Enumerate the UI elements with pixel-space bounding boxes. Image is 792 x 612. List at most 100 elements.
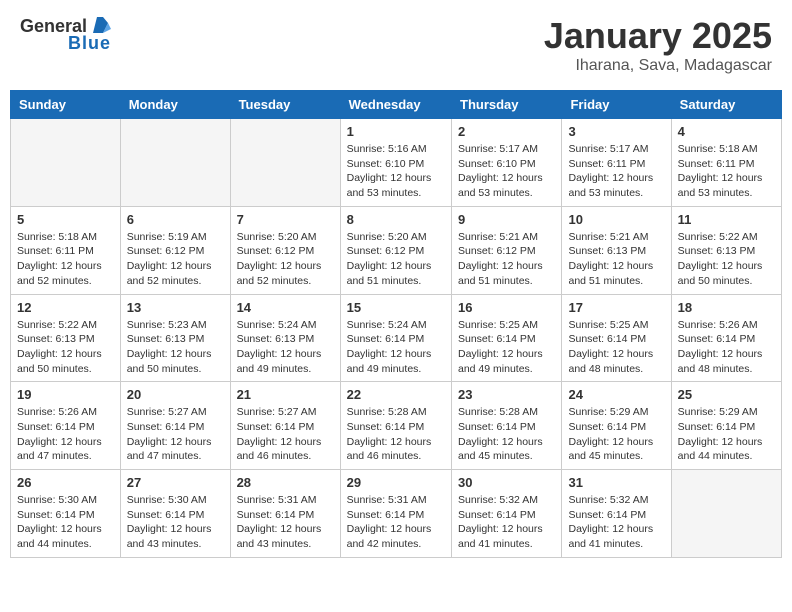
day-info: Sunrise: 5:21 AMSunset: 6:13 PMDaylight:… — [568, 230, 664, 289]
calendar-day-cell: 21Sunrise: 5:27 AMSunset: 6:14 PMDayligh… — [230, 382, 340, 470]
day-info: Sunrise: 5:25 AMSunset: 6:14 PMDaylight:… — [568, 318, 664, 377]
day-info: Sunrise: 5:20 AMSunset: 6:12 PMDaylight:… — [237, 230, 334, 289]
day-number: 13 — [127, 300, 224, 315]
calendar-day-cell: 26 Sunrise: 5:30 AMSunset: 6:14 PMDayligh… — [11, 470, 121, 558]
day-info: Sunrise: 5:21 AMSunset: 6:12 PMDaylight:… — [458, 230, 555, 289]
day-info: Sunrise: 5:29 AMSunset: 6:14 PMDaylight:… — [568, 405, 664, 464]
day-info: Sunrise: 5:28 AMSunset: 6:14 PMDaylight:… — [458, 405, 555, 464]
calendar-day-cell: 31 Sunrise: 5:32 AMSunset: 6:14 PMDayligh… — [562, 470, 671, 558]
day-info: Sunrise: 5:30 AMSunset: 6:14 PMDaylight:… — [17, 493, 114, 552]
weekday-header: Monday — [120, 91, 230, 119]
day-info: Sunrise: 5:17 AMSunset: 6:10 PMDaylight:… — [458, 142, 555, 201]
calendar-day-cell — [230, 119, 340, 207]
weekday-header: Wednesday — [340, 91, 451, 119]
day-number: 2 — [458, 124, 555, 139]
day-number: 25 — [678, 387, 775, 402]
day-info: Sunrise: 5:19 AMSunset: 6:12 PMDaylight:… — [127, 230, 224, 289]
calendar-day-cell: 28 Sunrise: 5:31 AMSunset: 6:14 PMDayligh… — [230, 470, 340, 558]
calendar-day-cell: 5Sunrise: 5:18 AMSunset: 6:11 PMDaylight… — [11, 206, 121, 294]
calendar-day-cell: 3 Sunrise: 5:17 AMSunset: 6:11 PMDaylight… — [562, 119, 671, 207]
calendar-day-cell: 10Sunrise: 5:21 AMSunset: 6:13 PMDayligh… — [562, 206, 671, 294]
logo: General Blue — [20, 15, 111, 54]
calendar-day-cell: 30 Sunrise: 5:32 AMSunset: 6:14 PMDayligh… — [452, 470, 562, 558]
day-number: 31 — [568, 475, 664, 490]
calendar-day-cell: 25Sunrise: 5:29 AMSunset: 6:14 PMDayligh… — [671, 382, 781, 470]
calendar-day-cell: 19 Sunrise: 5:26 AMSunset: 6:14 PMDayligh… — [11, 382, 121, 470]
day-number: 30 — [458, 475, 555, 490]
day-number: 22 — [347, 387, 445, 402]
day-number: 24 — [568, 387, 664, 402]
calendar-day-cell: 14Sunrise: 5:24 AMSunset: 6:13 PMDayligh… — [230, 294, 340, 382]
day-number: 1 — [347, 124, 445, 139]
logo-blue: Blue — [68, 33, 111, 54]
calendar-day-cell: 1 Sunrise: 5:16 AMSunset: 6:10 PMDaylight… — [340, 119, 451, 207]
day-info: Sunrise: 5:17 AMSunset: 6:11 PMDaylight:… — [568, 142, 664, 201]
calendar-day-cell: 20 Sunrise: 5:27 AMSunset: 6:14 PMDayligh… — [120, 382, 230, 470]
day-number: 3 — [568, 124, 664, 139]
day-info: Sunrise: 5:24 AMSunset: 6:14 PMDaylight:… — [347, 318, 445, 377]
calendar-day-cell: 8 Sunrise: 5:20 AMSunset: 6:12 PMDaylight… — [340, 206, 451, 294]
weekday-header: Tuesday — [230, 91, 340, 119]
day-info: Sunrise: 5:32 AMSunset: 6:14 PMDaylight:… — [458, 493, 555, 552]
day-number: 9 — [458, 212, 555, 227]
day-number: 8 — [347, 212, 445, 227]
day-number: 17 — [568, 300, 664, 315]
day-info: Sunrise: 5:26 AMSunset: 6:14 PMDaylight:… — [17, 405, 114, 464]
day-info: Sunrise: 5:20 AMSunset: 6:12 PMDaylight:… — [347, 230, 445, 289]
weekday-header: Thursday — [452, 91, 562, 119]
calendar-day-cell: 16Sunrise: 5:25 AMSunset: 6:14 PMDayligh… — [452, 294, 562, 382]
calendar-day-cell: 6 Sunrise: 5:19 AMSunset: 6:12 PMDaylight… — [120, 206, 230, 294]
day-number: 29 — [347, 475, 445, 490]
day-number: 12 — [17, 300, 114, 315]
day-number: 15 — [347, 300, 445, 315]
day-info: Sunrise: 5:31 AMSunset: 6:14 PMDaylight:… — [237, 493, 334, 552]
day-info: Sunrise: 5:27 AMSunset: 6:14 PMDaylight:… — [127, 405, 224, 464]
day-info: Sunrise: 5:28 AMSunset: 6:14 PMDaylight:… — [347, 405, 445, 464]
day-number: 20 — [127, 387, 224, 402]
day-number: 6 — [127, 212, 224, 227]
day-number: 4 — [678, 124, 775, 139]
day-info: Sunrise: 5:26 AMSunset: 6:14 PMDaylight:… — [678, 318, 775, 377]
calendar-day-cell: 2 Sunrise: 5:17 AMSunset: 6:10 PMDaylight… — [452, 119, 562, 207]
day-number: 5 — [17, 212, 114, 227]
day-info: Sunrise: 5:30 AMSunset: 6:14 PMDaylight:… — [127, 493, 224, 552]
calendar-day-cell — [11, 119, 121, 207]
calendar-day-cell: 27 Sunrise: 5:30 AMSunset: 6:14 PMDayligh… — [120, 470, 230, 558]
day-number: 14 — [237, 300, 334, 315]
calendar-day-cell: 29 Sunrise: 5:31 AMSunset: 6:14 PMDayligh… — [340, 470, 451, 558]
calendar-day-cell: 18Sunrise: 5:26 AMSunset: 6:14 PMDayligh… — [671, 294, 781, 382]
day-info: Sunrise: 5:25 AMSunset: 6:14 PMDaylight:… — [458, 318, 555, 377]
day-info: Sunrise: 5:22 AMSunset: 6:13 PMDaylight:… — [17, 318, 114, 377]
weekday-header: Friday — [562, 91, 671, 119]
day-number: 27 — [127, 475, 224, 490]
calendar-title: January 2025 — [544, 15, 772, 57]
calendar-day-cell: 11Sunrise: 5:22 AMSunset: 6:13 PMDayligh… — [671, 206, 781, 294]
calendar-table: SundayMondayTuesdayWednesdayThursdayFrid… — [10, 90, 782, 558]
calendar-day-cell: 13 Sunrise: 5:23 AMSunset: 6:13 PMDayligh… — [120, 294, 230, 382]
day-info: Sunrise: 5:18 AMSunset: 6:11 PMDaylight:… — [678, 142, 775, 201]
calendar-week-row: 26 Sunrise: 5:30 AMSunset: 6:14 PMDayligh… — [11, 470, 782, 558]
weekday-header: Sunday — [11, 91, 121, 119]
day-info: Sunrise: 5:31 AMSunset: 6:14 PMDaylight:… — [347, 493, 445, 552]
day-number: 26 — [17, 475, 114, 490]
day-number: 19 — [17, 387, 114, 402]
page-header: General Blue January 2025 Iharana, Sava,… — [10, 10, 782, 80]
calendar-day-cell: 7Sunrise: 5:20 AMSunset: 6:12 PMDaylight… — [230, 206, 340, 294]
weekday-header: Saturday — [671, 91, 781, 119]
calendar-day-cell: 23Sunrise: 5:28 AMSunset: 6:14 PMDayligh… — [452, 382, 562, 470]
calendar-week-row: 5Sunrise: 5:18 AMSunset: 6:11 PMDaylight… — [11, 206, 782, 294]
calendar-week-row: 19 Sunrise: 5:26 AMSunset: 6:14 PMDayligh… — [11, 382, 782, 470]
calendar-day-cell — [120, 119, 230, 207]
calendar-day-cell: 15 Sunrise: 5:24 AMSunset: 6:14 PMDayligh… — [340, 294, 451, 382]
calendar-day-cell: 17 Sunrise: 5:25 AMSunset: 6:14 PMDayligh… — [562, 294, 671, 382]
weekday-header-row: SundayMondayTuesdayWednesdayThursdayFrid… — [11, 91, 782, 119]
day-info: Sunrise: 5:23 AMSunset: 6:13 PMDaylight:… — [127, 318, 224, 377]
calendar-day-cell: 12 Sunrise: 5:22 AMSunset: 6:13 PMDayligh… — [11, 294, 121, 382]
day-number: 11 — [678, 212, 775, 227]
day-number: 21 — [237, 387, 334, 402]
day-info: Sunrise: 5:32 AMSunset: 6:14 PMDaylight:… — [568, 493, 664, 552]
day-info: Sunrise: 5:16 AMSunset: 6:10 PMDaylight:… — [347, 142, 445, 201]
title-block: January 2025 Iharana, Sava, Madagascar — [544, 15, 772, 75]
calendar-day-cell: 24 Sunrise: 5:29 AMSunset: 6:14 PMDayligh… — [562, 382, 671, 470]
day-number: 28 — [237, 475, 334, 490]
